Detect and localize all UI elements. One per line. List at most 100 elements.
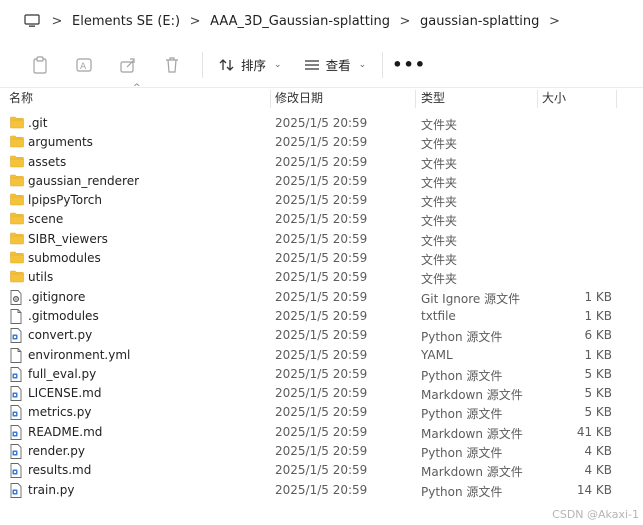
sort-label: 排序 <box>241 58 267 73</box>
file-type: 文件夹 <box>421 118 458 132</box>
file-name: scene <box>28 212 64 227</box>
file-row[interactable]: LICENSE.md 2025/1/5 20:59 Markdown 源文件 5 KB <box>0 384 643 403</box>
column-divider[interactable] <box>415 90 416 108</box>
file-row[interactable]: .gitignore 2025/1/5 20:59 Git Ignore 源文件 1 … <box>0 288 643 307</box>
breadcrumb-folder-current[interactable]: gaussian-splatting <box>420 14 539 29</box>
more-options-button[interactable]: ••• <box>391 55 427 74</box>
column-date[interactable]: 修改日期 <box>275 88 323 110</box>
file-date: 2025/1/5 20:59 <box>275 231 368 246</box>
file-row[interactable]: assets 2025/1/5 20:59 文件夹 <box>0 153 643 172</box>
rename-button[interactable]: A <box>62 50 106 80</box>
file-type: Python 源文件 <box>421 330 503 345</box>
file-date: 2025/1/5 20:59 <box>275 173 368 188</box>
file-date: 2025/1/5 20:59 <box>275 212 368 227</box>
file-row[interactable]: lpipsPyTorch 2025/1/5 20:59 文件夹 <box>0 191 643 210</box>
column-divider[interactable] <box>270 90 271 108</box>
file-type: 文件夹 <box>421 137 458 152</box>
sort-button[interactable]: 排序 ⌄ <box>211 50 290 80</box>
file-name: utils <box>28 270 54 285</box>
file-name: metrics.py <box>28 405 92 420</box>
file-type: 文件夹 <box>421 253 458 268</box>
toolbar-divider <box>202 51 203 78</box>
file-name: .gitmodules <box>28 308 99 323</box>
breadcrumb-folder-parent[interactable]: AAA_3D_Gaussian-splatting <box>210 14 390 29</box>
share-button[interactable] <box>106 50 150 80</box>
file-date: 2025/1/5 20:59 <box>275 386 368 401</box>
file-size: 5 KB <box>584 366 612 381</box>
file-date: 2025/1/5 20:59 <box>275 193 368 208</box>
file-row[interactable]: README.md 2025/1/5 20:59 Markdown 源文件 41 KB <box>0 423 643 442</box>
file-name: gaussian_renderer <box>28 173 140 188</box>
file-row[interactable]: environment.yml 2025/1/5 20:59 YAML 1 KB <box>0 346 643 365</box>
file-type: txtfile <box>421 308 456 323</box>
file-name: .gitignore <box>28 289 86 304</box>
chevron-right-icon[interactable]: > <box>42 14 72 29</box>
paste-button[interactable] <box>18 50 62 80</box>
file-name: assets <box>28 154 67 169</box>
chevron-down-icon: ⌄ <box>274 59 282 70</box>
file-type: Markdown 源文件 <box>421 465 523 480</box>
toolbar-divider <box>382 51 384 78</box>
chevron-right-icon[interactable]: > <box>390 14 420 29</box>
file-row[interactable]: results.md 2025/1/5 20:59 Markdown 源文件 4 KB <box>0 461 643 480</box>
file-name: README.md <box>28 424 103 439</box>
file-icon <box>10 347 24 363</box>
file-size: 1 KB <box>584 289 612 304</box>
file-date: 2025/1/5 20:59 <box>275 289 368 304</box>
file-size: 4 KB <box>584 444 612 459</box>
breadcrumb-drive[interactable]: Elements SE (E:) <box>72 14 180 29</box>
column-divider[interactable] <box>537 90 538 108</box>
folder-icon <box>10 212 24 227</box>
file-row[interactable]: .gitmodules 2025/1/5 20:59 txtfile 1 KB <box>0 307 643 326</box>
address-bar[interactable]: > Elements SE (E:) > AAA_3D_Gaussian-spl… <box>0 0 643 42</box>
code-file-icon <box>10 444 24 459</box>
file-size: 4 KB <box>584 463 612 478</box>
view-icon <box>304 59 319 70</box>
column-header: ^ 名称 修改日期 类型 大小 <box>0 83 643 110</box>
file-size: 6 KB <box>584 328 612 343</box>
file-row[interactable]: convert.py 2025/1/5 20:59 Python 源文件 6 KB <box>0 326 643 345</box>
file-type: 文件夹 <box>421 175 458 190</box>
column-size[interactable]: 大小 <box>542 88 566 110</box>
file-row[interactable]: render.py 2025/1/5 20:59 Python 源文件 4 KB <box>0 442 643 461</box>
file-row[interactable]: metrics.py 2025/1/5 20:59 Python 源文件 5 KB <box>0 403 643 422</box>
file-row[interactable]: SIBR_viewers 2025/1/5 20:59 文件夹 <box>0 230 643 249</box>
file-type: Python 源文件 <box>421 446 503 461</box>
chevron-right-icon[interactable]: > <box>180 14 210 29</box>
folder-icon <box>10 270 24 285</box>
file-row[interactable]: full_eval.py 2025/1/5 20:59 Python 源文件 5 KB <box>0 365 643 384</box>
file-row[interactable]: gaussian_renderer 2025/1/5 20:59 文件夹 <box>0 172 643 191</box>
chevron-right-icon[interactable]: > <box>539 14 569 29</box>
column-divider[interactable] <box>616 90 617 108</box>
file-type: 文件夹 <box>421 272 458 287</box>
file-size: 1 KB <box>584 347 612 362</box>
file-date: 2025/1/5 20:59 <box>275 251 368 266</box>
delete-button[interactable] <box>150 50 194 80</box>
file-date: 2025/1/5 20:59 <box>275 463 368 478</box>
column-type[interactable]: 类型 <box>421 88 445 110</box>
file-row[interactable]: arguments 2025/1/5 20:59 文件夹 <box>0 133 643 152</box>
file-row[interactable]: utils 2025/1/5 20:59 文件夹 <box>0 268 643 287</box>
code-file-icon <box>10 424 24 440</box>
file-type: 文件夹 <box>421 233 458 248</box>
file-type: Markdown 源文件 <box>421 388 523 403</box>
file-name: submodules <box>28 251 101 266</box>
column-name[interactable]: 名称 <box>9 88 33 110</box>
command-bar: A 排序 ⌄ 查看 ⌄ ••• <box>0 42 643 88</box>
file-row[interactable]: scene 2025/1/5 20:59 文件夹 <box>0 210 643 229</box>
view-button[interactable]: 查看 ⌄ <box>296 50 375 80</box>
folder-icon <box>10 116 24 131</box>
folder-icon <box>10 232 24 247</box>
file-row[interactable]: .git 2025/1/5 20:59 文件夹 <box>0 114 643 133</box>
file-date: 2025/1/5 20:59 <box>275 328 368 343</box>
file-size: 41 KB <box>576 424 612 439</box>
code-file-icon <box>10 328 24 344</box>
svg-text:A: A <box>80 62 87 72</box>
code-file-icon <box>10 386 24 402</box>
file-row[interactable]: train.py 2025/1/5 20:59 Python 源文件 14 KB <box>0 481 643 500</box>
file-row[interactable]: submodules 2025/1/5 20:59 文件夹 <box>0 249 643 268</box>
computer-icon[interactable] <box>22 11 42 31</box>
file-date: 2025/1/5 20:59 <box>275 270 368 285</box>
chevron-down-icon: ⌄ <box>358 59 367 70</box>
file-type: Python 源文件 <box>421 484 503 499</box>
